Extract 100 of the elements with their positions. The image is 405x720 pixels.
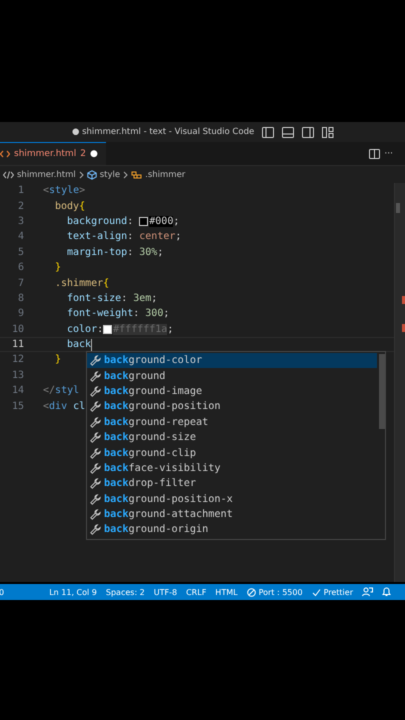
wrench-icon	[90, 416, 101, 428]
suggestion-item[interactable]: background-position-x	[87, 492, 377, 507]
line-number: 8	[16, 292, 24, 304]
code-token: font-size	[67, 292, 122, 304]
code-token: {	[103, 278, 110, 289]
code-token: font-weight	[67, 308, 134, 320]
line-number: 15	[10, 400, 24, 412]
wrench-icon	[90, 478, 101, 490]
line-number: 1	[16, 185, 24, 196]
suggestion-item[interactable]: background-attachment	[87, 506, 377, 522]
code-token: style	[49, 185, 80, 196]
breadcrumb-item[interactable]: .shimmer	[145, 170, 186, 180]
line-number: 4	[16, 231, 24, 242]
class-icon	[131, 170, 142, 180]
line-number: 12	[10, 354, 24, 366]
status-item[interactable]: Prettier	[312, 588, 353, 596]
window-title: ● shimmer.html - text - Visual Studio Code	[72, 127, 254, 137]
wrench-icon	[90, 448, 101, 459]
line-number: 7	[16, 278, 24, 289]
code-token: :	[97, 324, 104, 335]
code-token: :	[127, 216, 134, 227]
code-token: </	[43, 385, 56, 396]
code-token: 3em	[133, 292, 152, 304]
line-number: 13	[10, 370, 24, 381]
check-icon	[312, 588, 321, 596]
code-token: color	[67, 324, 98, 335]
code-token: ;	[151, 292, 158, 304]
editor-tab[interactable]: shimmer.html 2 ●	[0, 142, 106, 165]
chevron-icon	[123, 170, 128, 178]
status-item[interactable]: UTF-8	[154, 588, 178, 596]
unsaved-dot[interactable]: ●	[90, 149, 98, 159]
line-number: 9	[16, 308, 24, 320]
feedback-icon[interactable]	[362, 587, 373, 597]
suggestion-item[interactable]: background-origin	[87, 522, 377, 538]
line-number: 5	[16, 246, 24, 258]
code-token: body	[55, 200, 80, 212]
suggestion-item[interactable]: background	[87, 368, 377, 384]
line-number: 6	[16, 262, 24, 274]
status-item[interactable]: Spaces: 2	[106, 588, 145, 596]
status-item[interactable]: Port : 5500	[246, 588, 303, 596]
status-item[interactable]: HTML	[215, 588, 238, 596]
code-token: cl	[72, 400, 86, 412]
suggestion-item[interactable]: background-size	[87, 430, 377, 446]
panel-toggle-icon[interactable]	[282, 126, 294, 138]
breadcrumb-item[interactable]: shimmer.html	[17, 170, 76, 180]
color-swatch-icon[interactable]	[103, 324, 112, 334]
code-token: ;	[173, 216, 180, 227]
wrench-icon	[90, 432, 101, 444]
wrench-icon	[90, 509, 101, 520]
suggestion-item[interactable]: backface-visibility	[87, 460, 377, 476]
cube-icon	[86, 170, 97, 180]
code-token: :	[127, 246, 134, 258]
code-token: #000	[149, 216, 174, 227]
color-swatch-icon[interactable]	[139, 216, 148, 226]
line-number: 10	[10, 324, 24, 335]
code-token: 300	[145, 308, 164, 320]
suggestion-item[interactable]: background-position	[87, 399, 377, 415]
code-token: ;	[175, 231, 182, 242]
suggestion-item[interactable]: background-repeat	[87, 414, 377, 430]
code-token: {	[79, 200, 86, 212]
secondary-sidebar-icon[interactable]	[302, 126, 314, 138]
code-token: center	[139, 231, 176, 242]
more-actions-button[interactable]: ···	[380, 142, 397, 165]
code-token: margin-top	[67, 246, 128, 258]
suggestion-item[interactable]: backdrop-filter	[87, 476, 377, 492]
wrench-icon	[90, 462, 101, 474]
no-entry-icon	[246, 588, 256, 596]
sidebar-toggle-icon[interactable]	[262, 126, 274, 138]
code-token: ;	[163, 308, 170, 320]
breadcrumb-item[interactable]: style	[100, 170, 120, 180]
chevron-icon	[78, 170, 84, 178]
code-token: back	[67, 339, 92, 350]
code-token: styl	[55, 385, 80, 396]
code-token: >	[79, 185, 86, 196]
wrench-icon	[90, 401, 101, 412]
split-editor-icon[interactable]	[369, 148, 380, 158]
code-token: ;	[157, 246, 164, 258]
suggestion-item[interactable]: background-color	[87, 353, 377, 368]
code-token: background	[67, 216, 128, 227]
wrench-icon	[90, 386, 101, 397]
suggestion-item[interactable]: background-image	[87, 384, 377, 400]
wrench-icon	[90, 524, 101, 536]
wrench-icon	[90, 370, 101, 382]
line-number: 3	[16, 216, 24, 227]
code-token: .shimmer	[55, 278, 104, 289]
bell-icon[interactable]	[382, 587, 391, 597]
code-token: }	[55, 354, 62, 366]
suggestion-item[interactable]: background-clip	[87, 445, 377, 461]
problem-count: 2	[80, 149, 86, 159]
code-token: :	[121, 292, 128, 304]
line-number: 11	[10, 339, 24, 350]
line-number: 14	[10, 385, 24, 396]
code-token: ;	[167, 324, 174, 335]
status-item[interactable]: Ln 11, Col 9	[49, 588, 97, 596]
code-token: :	[133, 308, 140, 320]
code-token: 30%	[139, 246, 158, 258]
layout-icon[interactable]	[322, 126, 334, 138]
status-item[interactable]: CRLF	[186, 588, 206, 596]
wrench-icon	[90, 494, 101, 505]
text-cursor	[91, 338, 92, 351]
